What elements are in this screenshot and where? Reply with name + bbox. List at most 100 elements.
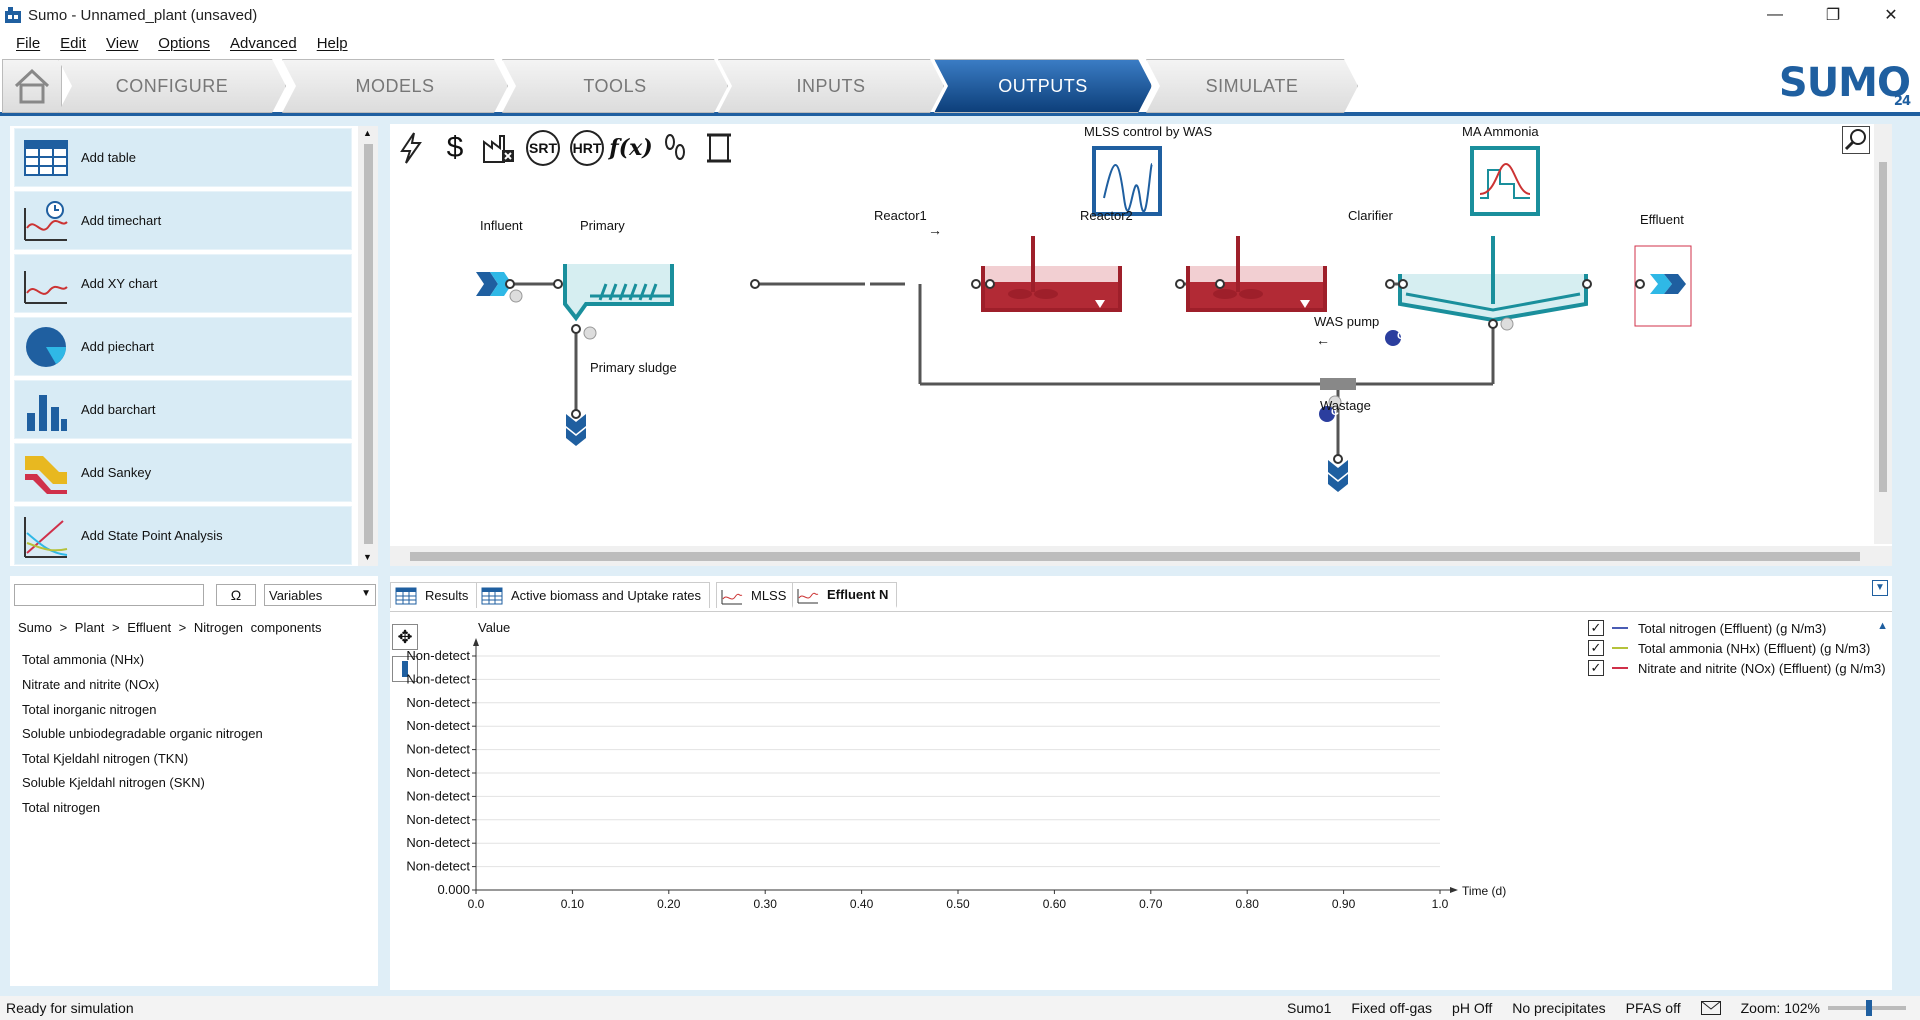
tab-outputs[interactable]: OUTPUTS [934,59,1152,113]
variable-item[interactable]: Total nitrogen [22,800,100,815]
zoom-slider-handle[interactable] [1866,1000,1872,1016]
canvas-vscroll[interactable] [1874,124,1892,544]
tab-configure[interactable]: CONFIGURE [58,59,286,113]
variable-item[interactable]: Total inorganic nitrogen [22,702,156,717]
menu-edit[interactable]: Edit [60,35,86,52]
influent-label[interactable]: Influent [480,218,523,233]
timechart-icon [721,589,743,604]
effluent-label[interactable]: Effluent [1640,212,1684,227]
menu-options[interactable]: Options [158,35,210,52]
reactor2-label[interactable]: Reactor2 [1080,208,1133,223]
secondary-clarifier-unit [1398,236,1588,331]
tab-simulate[interactable]: SIMULATE [1146,59,1358,113]
add-sankey-label: Add Sankey [81,465,152,480]
y-tick-label: Non-detect [406,695,470,710]
ammonia-controller-label[interactable]: MA Ammonia [1462,124,1539,139]
tab-models[interactable]: MODELS [282,59,508,113]
omega-button[interactable]: Ω [216,584,256,606]
minimize-button[interactable]: — [1746,0,1804,30]
tab-inputs[interactable]: INPUTS [718,59,944,113]
status-offgas[interactable]: Fixed off-gas [1351,1000,1432,1016]
y-tick-label: Non-detect [406,648,470,663]
scrollbar-thumb[interactable] [364,144,373,544]
primary-label[interactable]: Primary [580,218,625,233]
x-tick-label: 0.20 [657,897,681,911]
add-timechart-button[interactable]: Add timechart [14,191,352,250]
status-bar: Ready for simulation Sumo1 Fixed off-gas… [0,996,1920,1020]
add-table-label: Add table [81,150,136,165]
clarifier-label[interactable]: Clarifier [1348,208,1393,223]
y-axis-arrow [473,638,479,646]
add-sankey-button[interactable]: Add Sankey [14,443,352,502]
x-tick-label: 0.10 [561,897,585,911]
zoom-slider[interactable] [1828,1000,1906,1016]
status-message: Ready for simulation [6,1000,134,1016]
variable-item[interactable]: Total ammonia (NHx) [22,652,144,667]
tab-results[interactable]: Results [390,582,478,608]
tab-active-biomass[interactable]: Active biomass and Uptake rates [476,582,711,608]
collapse-panel-icon[interactable]: ▼ [1872,580,1888,596]
variable-item[interactable]: Nitrate and nitrite (NOx) [22,677,159,692]
xy-chart-icon [24,270,68,304]
add-piechart-button[interactable]: Add piechart [14,317,352,376]
status-model[interactable]: Sumo1 [1287,1000,1331,1016]
flowsheet-canvas[interactable]: $ SRT HRT f(x) C C MLSS control by WAS M… [390,124,1892,566]
legend-checkbox[interactable]: ✓ [1588,640,1604,656]
timechart-icon [797,588,819,603]
add-timechart-label: Add timechart [81,213,162,228]
menu-help[interactable]: Help [317,35,348,52]
variable-filter-select[interactable]: Variables ▼ [264,584,376,606]
mlss-controller-label[interactable]: MLSS control by WAS [1084,124,1212,139]
variable-item[interactable]: Total Kjeldahl nitrogen (TKN) [22,751,188,766]
canvas-vscroll-thumb[interactable] [1879,162,1887,492]
legend-checkbox[interactable]: ✓ [1588,660,1604,676]
title-bar: Sumo - Unnamed_plant (unsaved) — ❐ ✕ [0,0,1920,30]
canvas-hscroll-thumb[interactable] [410,552,1860,561]
variable-search-input[interactable] [14,584,204,606]
status-pfas[interactable]: PFAS off [1626,1000,1681,1016]
reactor1-label[interactable]: Reactor1 [874,208,927,223]
variable-item[interactable]: Soluble Kjeldahl nitrogen (SKN) [22,775,205,790]
flow-arrow-right: → [928,222,942,238]
zoom-level: Zoom: 102% [1740,1000,1820,1016]
scroll-up-icon[interactable]: ▲ [363,128,372,138]
scroll-down-icon[interactable]: ▼ [363,552,372,562]
add-state-point-analysis-button[interactable]: Add State Point Analysis [14,506,352,565]
variable-breadcrumb[interactable]: Sumo > Plant > Effluent > Nitrogen compo… [18,620,321,635]
controller-badge-clarifier[interactable]: C [1393,330,1409,342]
legend-item[interactable]: ✓ Total ammonia (NHx) (Effluent) (g N/m3) [1588,640,1870,656]
scroll-up-icon[interactable]: ▲ [1877,620,1888,632]
menu-advanced[interactable]: Advanced [230,35,297,52]
menu-view[interactable]: View [106,35,138,52]
close-button[interactable]: ✕ [1862,0,1920,30]
legend-checkbox[interactable]: ✓ [1588,620,1604,636]
add-xy-chart-button[interactable]: Add XY chart [14,254,352,313]
legend-item[interactable]: ✓ Nitrate and nitrite (NOx) (Effluent) (g… [1588,660,1886,676]
wastage-outlet [1328,460,1348,492]
x-tick-label: 0.40 [850,897,874,911]
primary-sludge-label[interactable]: Primary sludge [590,360,677,375]
maximize-button[interactable]: ❐ [1804,0,1862,30]
status-ph[interactable]: pH Off [1452,1000,1492,1016]
mail-icon[interactable] [1700,1001,1721,1015]
tab-tools[interactable]: TOOLS [502,59,728,113]
home-icon [14,68,50,104]
tab-effluent-n[interactable]: Effluent N [792,582,898,608]
y-tick-label: Non-detect [406,671,470,686]
add-barchart-button[interactable]: Add barchart [14,380,352,439]
home-button[interactable] [2,59,62,113]
reactor2-unit [1186,236,1327,312]
status-precipitates[interactable]: No precipitates [1512,1000,1605,1016]
menu-file[interactable]: File [16,35,40,52]
add-table-button[interactable]: Add table [14,128,352,187]
add-panel-scrollbar[interactable]: ▲ ▼ [358,126,378,566]
add-output-panel: Add table Add timechart Add XY chart Add… [10,126,378,566]
sumo-logo: SUMO 24 [1778,60,1911,109]
canvas-hscroll[interactable] [390,546,1892,566]
variable-item[interactable]: Soluble unbiodegradable organic nitrogen [22,726,263,741]
was-pump-label[interactable]: WAS pump [1314,314,1379,329]
timechart-icon [24,200,68,241]
wastage-label[interactable]: Wastage [1320,398,1371,413]
legend-item[interactable]: ✓ Total nitrogen (Effluent) (g N/m3) [1588,620,1826,636]
tab-mlss[interactable]: MLSS [716,582,796,608]
